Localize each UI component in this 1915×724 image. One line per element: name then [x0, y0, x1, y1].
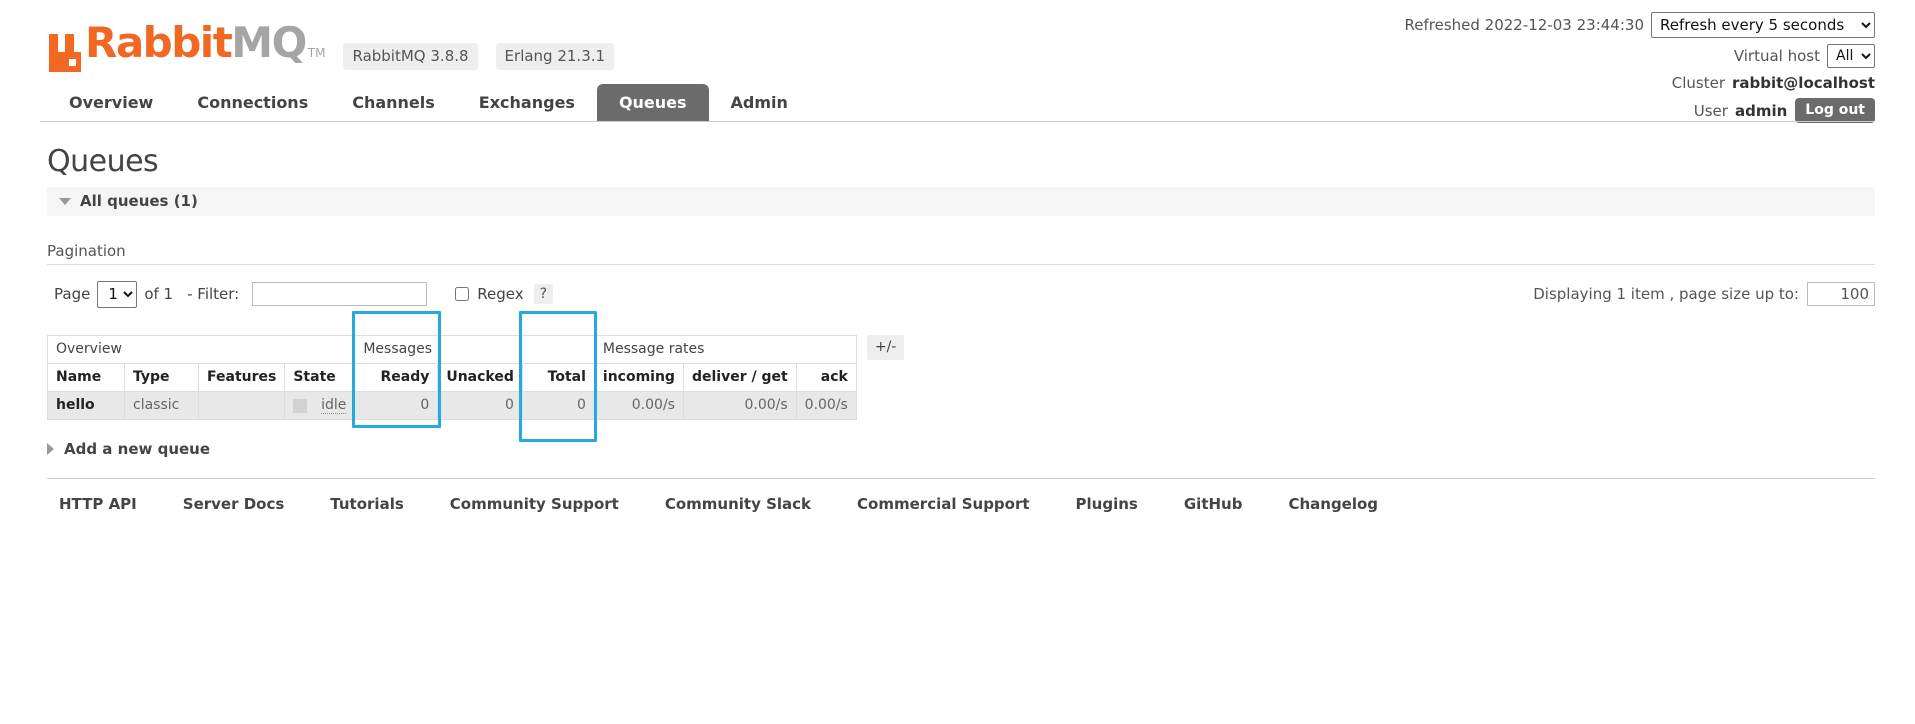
main-content: Queues All queues (1) Pagination Page 1 …: [0, 144, 1915, 513]
column-header-ready[interactable]: Ready: [354, 363, 439, 392]
footer-link-changelog[interactable]: Changelog: [1288, 495, 1378, 513]
cell-total: 0: [521, 391, 595, 420]
chevron-down-icon: [59, 197, 71, 205]
all-queues-label: All queues (1): [80, 192, 198, 210]
log-out-button[interactable]: Log out: [1795, 98, 1875, 123]
main-navigation: Overview Connections Channels Exchanges Queu…: [47, 84, 810, 122]
refresh-row: Refreshed 2022-12-03 23:44:30 Refresh ev…: [1405, 12, 1875, 38]
column-header-incoming[interactable]: incoming: [593, 363, 684, 392]
refresh-interval-select[interactable]: Refresh every 5 secondsRefresh every 10 …: [1651, 12, 1875, 38]
nav-tab-admin[interactable]: Admin: [709, 84, 810, 122]
pagination-divider: [47, 264, 1875, 265]
nav-tab-connections[interactable]: Connections: [175, 84, 330, 122]
nav-tab-queues[interactable]: Queues: [596, 84, 709, 122]
user-name: admin: [1734, 101, 1788, 120]
page-title: Queues: [47, 144, 159, 179]
cell-features: [197, 391, 286, 420]
queue-name-cell[interactable]: hello: [47, 391, 125, 420]
cell-deliver-get: 0.00/s: [682, 391, 797, 420]
cluster-label: Cluster: [1671, 74, 1725, 92]
nav-tab-exchanges[interactable]: Exchanges: [457, 84, 597, 122]
brand-wordmark: RabbitMQ TM: [85, 22, 325, 74]
column-header-ack[interactable]: ack: [795, 363, 857, 392]
footer-link-community-support[interactable]: Community Support: [450, 495, 619, 513]
queues-table-body: hello classic idle 0 0 0 0.00/s 0.00/s 0.00/s: [47, 391, 857, 420]
cell-incoming: 0.00/s: [593, 391, 684, 420]
page-header: RabbitMQ TM RabbitMQ 3.8.8 Erlang 21.3.1 …: [0, 0, 1915, 123]
state-text: idle: [321, 397, 347, 414]
footer-link-http-api[interactable]: HTTP API: [59, 495, 137, 513]
brand-logo[interactable]: RabbitMQ TM RabbitMQ 3.8.8 Erlang 21.3.1: [47, 22, 615, 74]
footer-link-plugins[interactable]: Plugins: [1076, 495, 1138, 513]
column-header-features[interactable]: Features: [197, 363, 286, 392]
column-header-state[interactable]: State: [284, 363, 356, 392]
filter-label: - Filter:: [187, 285, 240, 303]
displaying-text: Displaying 1 item , page size up to:: [1533, 285, 1799, 303]
column-header-total[interactable]: Total: [521, 363, 595, 392]
footer-link-community-slack[interactable]: Community Slack: [665, 495, 811, 513]
footer-link-github[interactable]: GitHub: [1184, 495, 1243, 513]
add-new-queue-label: Add a new queue: [64, 440, 211, 458]
toggle-columns-button[interactable]: +/-: [866, 335, 905, 360]
footer-links: HTTP API Server Docs Tutorials Community Su…: [47, 479, 1875, 513]
user-row: User admin Log out: [1405, 98, 1875, 123]
column-header-row: Name Type Features State Ready Unacked Total in…: [47, 363, 857, 392]
state-indicator-icon: [293, 399, 308, 413]
vhost-row: Virtual host All/: [1405, 44, 1875, 68]
cluster-row: Cluster rabbit@localhost: [1405, 74, 1875, 92]
rabbitmq-logo-icon: [49, 34, 81, 72]
nav-divider: [40, 121, 1875, 122]
regex-help-icon[interactable]: ?: [533, 284, 554, 304]
add-new-queue-toggle[interactable]: Add a new queue: [47, 440, 1875, 458]
page-size-input[interactable]: [1807, 282, 1875, 306]
page-count-label: of 1: [144, 285, 174, 303]
regex-checkbox[interactable]: [455, 287, 470, 301]
vhost-select[interactable]: All/: [1827, 44, 1875, 68]
vhost-label: Virtual host: [1733, 47, 1820, 65]
column-header-unacked[interactable]: Unacked: [437, 363, 523, 392]
displaying-info: Displaying 1 item , page size up to:: [1533, 282, 1875, 306]
brand-name-mq: MQ: [231, 18, 307, 67]
regex-label: Regex: [477, 285, 524, 303]
group-header-message-rates: Message rates: [593, 335, 857, 364]
brand-name-rabbit: Rabbit: [85, 18, 233, 67]
pagination-controls: Page 1 of 1 - Filter: Regex ? Displaying…: [47, 279, 1875, 309]
nav-tab-overview[interactable]: Overview: [47, 84, 175, 122]
queue-state-cell: idle: [284, 391, 356, 420]
cell-ack: 0.00/s: [795, 391, 857, 420]
queues-table-head: Overview Messages Message rates Name Type Fe…: [46, 335, 857, 392]
header-status-panel: Refreshed 2022-12-03 23:44:30 Refresh ev…: [1405, 12, 1875, 129]
column-header-deliver-get[interactable]: deliver / get: [682, 363, 797, 392]
filter-input[interactable]: [252, 282, 428, 306]
page-label: Page: [54, 285, 91, 303]
user-label: User: [1693, 101, 1728, 120]
cell-type: classic: [124, 391, 199, 420]
column-header-type[interactable]: Type: [124, 363, 199, 392]
server-version-badge: RabbitMQ 3.8.8: [343, 43, 478, 70]
group-header-messages: Messages: [354, 335, 595, 364]
queues-table: Overview Messages Message rates Name Type Fe…: [46, 335, 857, 420]
group-header-overview: Overview: [46, 335, 356, 364]
trademark-symbol: TM: [307, 46, 326, 60]
footer-link-tutorials[interactable]: Tutorials: [330, 495, 403, 513]
page-number-select[interactable]: 1: [97, 280, 138, 308]
cluster-name: rabbit@localhost: [1732, 74, 1875, 92]
table-row[interactable]: hello classic idle 0 0 0 0.00/s 0.00/s 0.00/s: [47, 391, 857, 420]
nav-tab-channels[interactable]: Channels: [330, 84, 457, 122]
all-queues-section-toggle[interactable]: All queues (1): [47, 187, 1875, 216]
erlang-version-badge: Erlang 21.3.1: [495, 43, 615, 70]
cell-ready: 0: [354, 391, 439, 420]
cell-unacked: 0: [437, 391, 523, 420]
column-header-name[interactable]: Name: [47, 363, 125, 392]
refreshed-timestamp: Refreshed 2022-12-03 23:44:30: [1404, 16, 1644, 34]
chevron-right-icon: [47, 443, 54, 455]
footer-link-server-docs[interactable]: Server Docs: [183, 495, 285, 513]
queues-table-container: Overview Messages Message rates Name Type Fe…: [46, 310, 1875, 442]
pagination-section-label: Pagination: [47, 242, 126, 260]
footer-link-commercial-support[interactable]: Commercial Support: [857, 495, 1030, 513]
group-header-row: Overview Messages Message rates: [46, 335, 857, 364]
